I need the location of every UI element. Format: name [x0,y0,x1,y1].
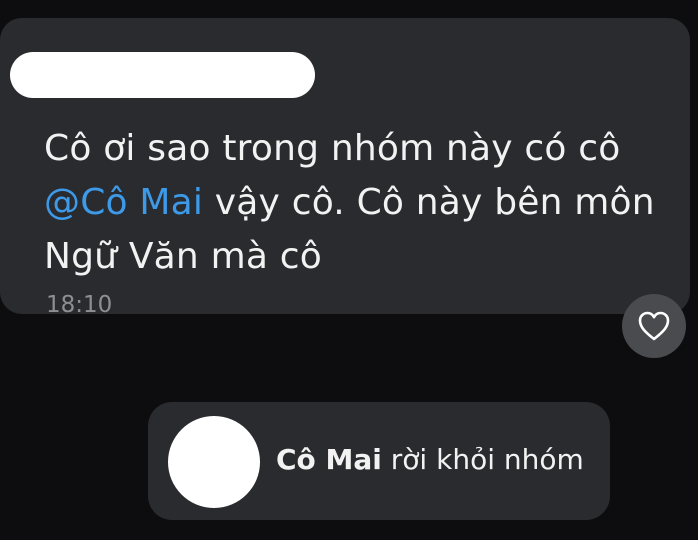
notice-action: rời khỏi nhóm [381,443,584,476]
chat-screen: Cô ơi sao trong nhóm này có cô @Cô Mai vậ… [0,0,698,540]
heart-outline-icon [638,311,670,341]
message-timestamp: 18:10 [46,292,113,318]
react-button[interactable] [622,294,686,358]
message-text: Cô ơi sao trong nhóm này có cô @Cô Mai vậ… [44,122,674,284]
sender-name-redaction [10,52,315,98]
system-notice: Cô Mai rời khỏi nhóm [148,402,610,520]
notice-member-name: Cô Mai [276,443,382,476]
message-bubble[interactable]: Cô ơi sao trong nhóm này có cô @Cô Mai vậ… [0,18,690,318]
system-notice-text: Cô Mai rời khỏi nhóm [276,442,584,478]
message-text-before: Cô ơi sao trong nhóm này có cô [44,128,621,169]
mention-link[interactable]: @Cô Mai [44,182,203,223]
avatar [168,416,260,508]
